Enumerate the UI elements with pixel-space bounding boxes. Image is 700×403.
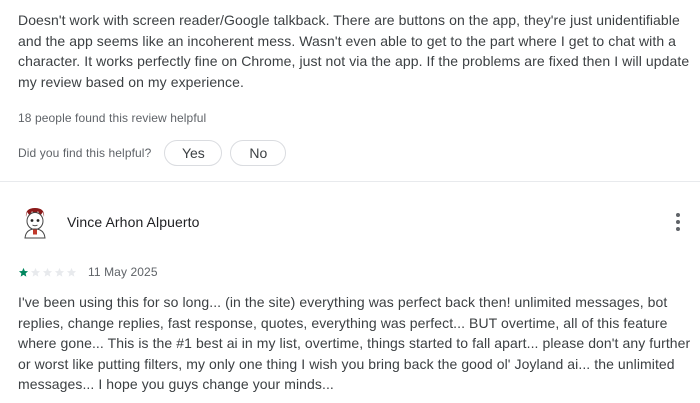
- star-icon: [54, 267, 65, 277]
- helpful-no-button[interactable]: No: [230, 140, 287, 166]
- previous-review-text: Doesn't work with screen reader/Google t…: [18, 12, 690, 90]
- star-icon: [18, 267, 29, 277]
- star-rating: [18, 267, 78, 278]
- review-date: 11 May 2025: [88, 265, 158, 279]
- rating-row: 11 May 2025: [18, 264, 158, 280]
- review-text: I've been using this for so long... (in …: [18, 294, 691, 392]
- reviewer-header: Vince Arhon Alpuerto: [18, 202, 200, 242]
- review-divider: [0, 181, 700, 182]
- star-icon: [66, 267, 77, 277]
- helpful-yes-button[interactable]: Yes: [164, 140, 223, 166]
- more-vert-icon[interactable]: [666, 208, 690, 236]
- star-icon: [30, 267, 41, 277]
- helpful-question: Did you find this helpful?: [18, 146, 152, 160]
- avatar-illustration: [24, 208, 46, 239]
- avatar: [18, 205, 52, 239]
- star-icon: [42, 267, 53, 277]
- reviews-page: Doesn't work with screen reader/Google t…: [0, 0, 700, 403]
- reviewer-name: Vince Arhon Alpuerto: [67, 214, 200, 230]
- helpful-feedback-row: Did you find this helpful? Yes No: [18, 140, 287, 166]
- helpful-count: 18 people found this review helpful: [18, 111, 207, 125]
